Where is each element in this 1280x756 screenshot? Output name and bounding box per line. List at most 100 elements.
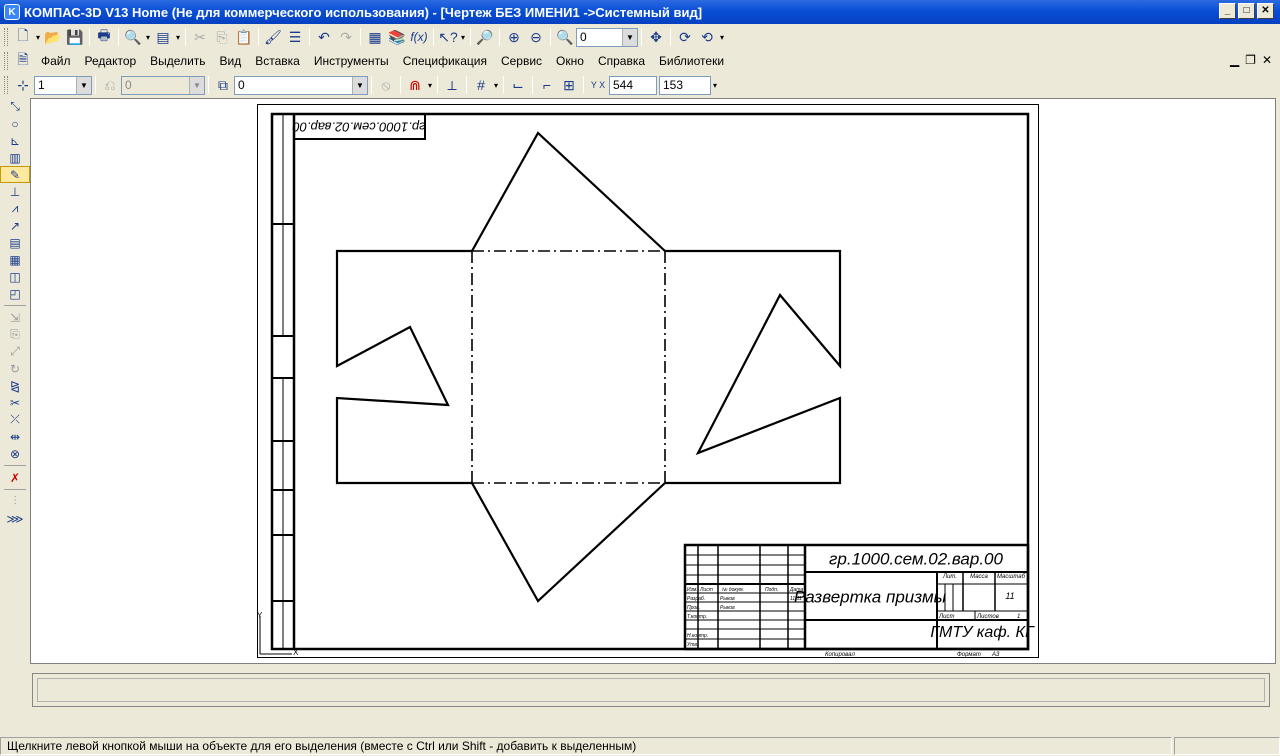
parametrize-icon[interactable]: ⊥ [0,183,30,200]
menu-window[interactable]: Окно [549,51,591,71]
layer-combo[interactable]: 0 ▼ [121,75,205,95]
cursor-coords-icon[interactable]: ⊞ [558,75,580,95]
new-document-icon[interactable]: 🗋 [12,27,34,47]
property-panel-inner[interactable] [37,678,1265,702]
grid-dropdown-icon[interactable]: ▾ [492,81,500,90]
menu-help[interactable]: Справка [591,51,652,71]
layer-icon[interactable]: ⎌ [99,75,121,95]
menu-service[interactable]: Сервис [494,51,549,71]
menu-tools[interactable]: Инструменты [307,51,396,71]
spec-icon[interactable]: ▤ [0,234,30,251]
close-button[interactable]: ✕ [1257,3,1274,19]
zoom-frame-icon[interactable]: 🔎 [474,27,496,47]
toolbar-more-icon[interactable]: ▾ [459,33,467,42]
menu-insert[interactable]: Вставка [248,51,307,71]
chevron-down-icon[interactable]: ▼ [352,76,367,94]
open-icon[interactable]: 📂 [42,27,64,47]
drawing-sheet[interactable]: гр.1000.сем.02.вар.00 гр.1000.сем.02.вар… [257,104,1039,658]
function-icon[interactable]: f(x) [408,27,430,47]
local-cs-icon[interactable]: ⟂ [441,75,463,95]
snap-dropdown-icon[interactable]: ▾ [426,81,434,90]
mdi-minimize-button[interactable]: ▁ [1230,53,1239,67]
cut-icon[interactable]: ✂ [189,27,211,47]
rotate-icon[interactable]: ↻ [0,360,30,377]
undo-icon[interactable]: ↶ [313,27,335,47]
snap-magnet-icon[interactable]: ⋒ [404,75,426,95]
select-icon[interactable]: ↗ [0,217,30,234]
insert-icon[interactable]: ◫ [0,268,30,285]
save-icon[interactable]: 💾 [64,27,86,47]
library-manager-icon[interactable]: 📚 [386,27,408,47]
edit-icon[interactable]: ✎ [0,166,30,183]
toolbar-more-icon-2[interactable]: ▾ [718,33,726,42]
geometry-icon[interactable]: ⤡ [0,98,30,115]
mirror-icon[interactable]: ⧎ [0,377,30,394]
grid-icon[interactable]: # [470,75,492,95]
delete-icon[interactable]: ✗ [0,469,30,486]
mdi-restore-button[interactable]: ❐ [1245,53,1256,67]
zoom-in-icon[interactable]: ⊕ [503,27,525,47]
document-icon[interactable]: 🗎 [12,51,34,71]
print-icon[interactable]: 🖶 [93,27,115,47]
view-combo[interactable]: 0 ▼ [234,75,368,95]
format-painter-icon[interactable]: 🖌 [262,27,284,47]
zoom-scale-icon[interactable]: 🔍 [554,27,576,47]
hide-icon[interactable]: ⦸ [375,75,397,95]
preview-icon[interactable]: 🔍 [122,27,144,47]
menu-select[interactable]: Выделить [143,51,212,71]
round-icon[interactable]: ⌐ [536,75,558,95]
menu-file[interactable]: Файл [34,51,78,71]
zoom-combo[interactable]: 0 ▼ [576,27,638,47]
mdi-close-button[interactable]: ✕ [1262,53,1272,67]
variables-panel-icon[interactable]: ▦ [364,27,386,47]
break-icon[interactable]: ⊗ [0,445,30,462]
pan-icon[interactable]: ✥ [645,27,667,47]
chevron-down-icon[interactable]: ▼ [76,76,91,94]
style-icon[interactable]: ⊹ [12,75,34,95]
manager-dropdown-icon[interactable]: ▾ [174,33,182,42]
view-layers-icon[interactable]: ⧉ [212,75,234,95]
copy-icon[interactable]: ⎘ [211,27,233,47]
align-icon[interactable]: ⫶ [0,493,30,510]
ortho-icon[interactable]: ⌙ [507,75,529,95]
zoom-out-icon[interactable]: ⊖ [525,27,547,47]
scale-icon[interactable]: ⤢ [0,343,30,360]
help-pointer-icon[interactable]: ↖? [437,27,459,47]
props-grip[interactable] [4,76,8,94]
chevron-down-icon[interactable]: ▼ [622,28,637,46]
style-combo[interactable]: 1 ▼ [34,75,92,95]
coord-x-field[interactable]: 544 [609,75,657,95]
drawing-workspace[interactable]: гр.1000.сем.02.вар.00 гр.1000.сем.02.вар… [30,98,1276,664]
fragment-icon[interactable]: ◰ [0,285,30,302]
refresh-icon[interactable]: ⟳ [674,27,696,47]
move-icon[interactable]: ⇲ [0,309,30,326]
menu-libraries[interactable]: Библиотеки [652,51,731,71]
scroll-more-icon[interactable]: ⋙ [0,510,30,527]
split-icon[interactable]: ⤫ [0,411,30,428]
measure-icon[interactable]: ⩘ [0,200,30,217]
toolbar-grip[interactable] [4,28,8,46]
dimensions-icon[interactable]: ⊾ [0,132,30,149]
maximize-button[interactable]: □ [1238,3,1255,19]
menu-grip[interactable] [4,51,8,70]
new-dropdown-icon[interactable]: ▾ [34,33,42,42]
preview-dropdown-icon[interactable]: ▾ [144,33,152,42]
manager-icon[interactable]: ▤ [152,27,174,47]
menu-editor[interactable]: Редактор [78,51,144,71]
copy-tool-icon[interactable]: ⎘ [0,326,30,343]
toolbar-more-icon-3[interactable]: ▾ [711,81,719,90]
coord-y-field[interactable]: 153 [659,75,711,95]
redraw-icon[interactable]: ⟲ [696,27,718,47]
properties-icon[interactable]: ☰ [284,27,306,47]
redo-icon[interactable]: ↷ [335,27,357,47]
reports-icon[interactable]: ▦ [0,251,30,268]
trim-icon[interactable]: ✂ [0,394,30,411]
hatch-icon[interactable]: ▥ [0,149,30,166]
chevron-down-icon[interactable]: ▼ [189,76,204,94]
menu-specification[interactable]: Спецификация [396,51,494,71]
paste-icon[interactable]: 📋 [233,27,255,47]
menu-view[interactable]: Вид [213,51,249,71]
circles-icon[interactable]: ○ [0,115,30,132]
minimize-button[interactable]: _ [1219,3,1236,19]
stretch-icon[interactable]: ⇹ [0,428,30,445]
